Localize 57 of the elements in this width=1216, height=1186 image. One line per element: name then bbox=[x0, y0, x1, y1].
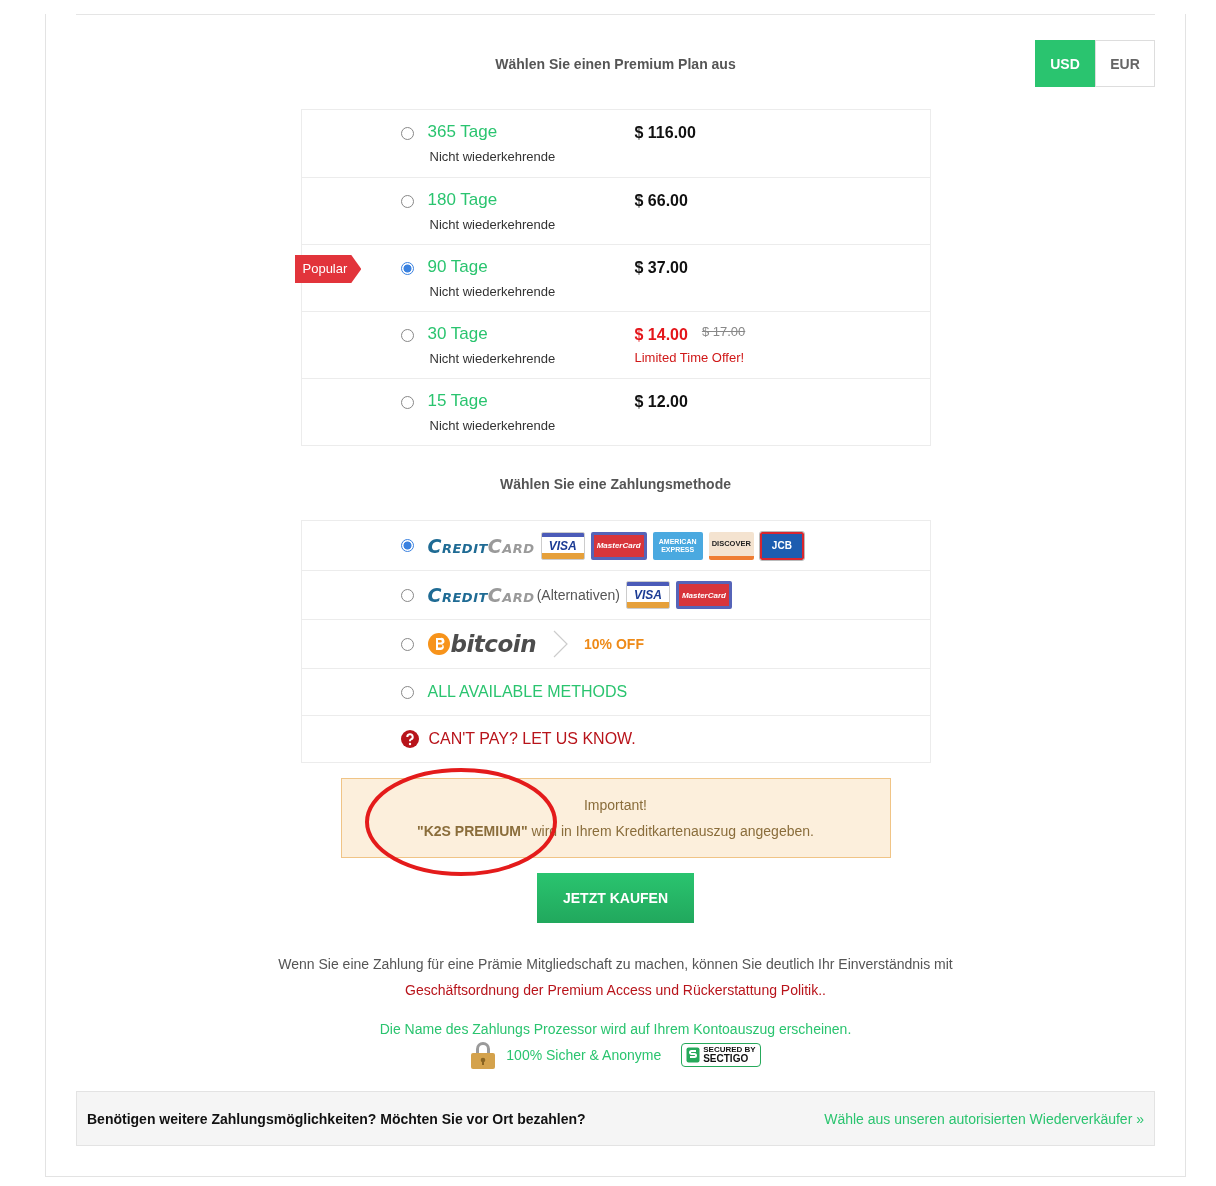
visa-logo: VISA bbox=[625, 581, 670, 609]
method-radio[interactable] bbox=[400, 637, 414, 651]
reseller-link[interactable]: Wähle aus unseren autorisierten Wiederverkäufer » bbox=[824, 1110, 1144, 1127]
mastercard-logo: MasterCard bbox=[590, 531, 647, 560]
plan-duration[interactable]: 30 Tage bbox=[427, 324, 635, 344]
plan-duration[interactable]: 15 Tage bbox=[427, 391, 635, 411]
plan-duration[interactable]: 365 Tage bbox=[427, 122, 635, 142]
currency-tab[interactable]: USD bbox=[1035, 40, 1095, 87]
plan-price: $ 66.00 bbox=[634, 191, 688, 210]
terms-link[interactable]: Geschäftsordnung der Premium Access und Rückerstattung Politik.. bbox=[405, 982, 826, 998]
help-icon bbox=[400, 730, 419, 748]
payment-heading: Wählen Sie eine Zahlungsmethode bbox=[498, 476, 732, 492]
plan-radio[interactable] bbox=[400, 396, 414, 409]
jcb-logo: JCB bbox=[759, 531, 804, 560]
offer-label: Limited Time Offer! bbox=[634, 350, 746, 365]
plan-duration[interactable]: 90 Tage bbox=[427, 257, 635, 277]
plan-heading: Wählen Sie einen Premium Plan aus bbox=[495, 55, 736, 72]
seal-name: SECTIGO bbox=[703, 1054, 750, 1064]
plan-price: $ 116.00 bbox=[634, 123, 696, 142]
plan-price: $ 12.00 bbox=[634, 392, 688, 411]
plan-radio[interactable] bbox=[400, 262, 414, 275]
bitcoin-icon bbox=[427, 633, 450, 655]
creditcard-wordmark[interactable]: CreditCard bbox=[427, 534, 535, 557]
currency-tab[interactable]: EUR bbox=[1095, 40, 1155, 87]
visa-logo: VISA bbox=[540, 531, 585, 560]
plan-price: $ 14.00 bbox=[634, 325, 688, 344]
bitcoin-wordmark[interactable]: bitcoin bbox=[450, 631, 537, 657]
plan-note: Nicht wiederkehrende bbox=[428, 351, 557, 366]
popular-ribbon: Popular bbox=[294, 255, 362, 283]
plan-note: Nicht wiederkehrende bbox=[428, 284, 557, 299]
old-price: $ 17.00 bbox=[701, 324, 746, 339]
consent-text: Wenn Sie eine Zahlung für eine Prämie Mitgliedschaft zu machen, können Sie deutlich Ihr Einverständnis mit bbox=[277, 956, 954, 972]
help-link[interactable]: CAN'T PAY? LET US KNOW. bbox=[428, 730, 636, 748]
plan-note: Nicht wiederkehrende bbox=[428, 418, 557, 433]
footer-question: Benötigen weitere Zahlungsmöglichkeiten? Möchten Sie vor Ort bezahlen? bbox=[87, 1110, 586, 1127]
creditcard-wordmark[interactable]: CreditCard bbox=[427, 584, 535, 606]
plan-price: $ 37.00 bbox=[634, 258, 688, 277]
method-label[interactable]: ALL AVAILABLE METHODS bbox=[427, 683, 628, 701]
method-note: (Alternativen) bbox=[536, 587, 620, 603]
method-radio[interactable] bbox=[400, 685, 414, 699]
processor-note: Die Name des Zahlungs Prozessor wird auf Ihrem Kontoauszug erscheinen. bbox=[378, 1021, 853, 1037]
plan-radio[interactable] bbox=[400, 329, 414, 342]
plan-duration[interactable]: 180 Tage bbox=[427, 190, 635, 210]
mastercard-logo: MasterCard bbox=[675, 581, 732, 609]
seal-caption: SECURED BY bbox=[703, 1046, 756, 1054]
method-radio[interactable] bbox=[400, 539, 414, 552]
padlock-icon bbox=[470, 1041, 497, 1069]
discount-label: 10% OFF bbox=[584, 636, 644, 652]
shield-icon bbox=[686, 1047, 701, 1063]
plan-radio[interactable] bbox=[400, 195, 414, 208]
notice-title: Important! bbox=[583, 797, 648, 813]
plan-radio[interactable] bbox=[400, 127, 414, 140]
secure-label: 100% Sicher & Anonyme bbox=[506, 1047, 662, 1063]
buy-button[interactable]: JETZT KAUFEN bbox=[537, 873, 694, 923]
method-radio[interactable] bbox=[400, 588, 414, 602]
plan-note: Nicht wiederkehrende bbox=[428, 217, 557, 232]
plan-note: Nicht wiederkehrende bbox=[428, 149, 557, 164]
